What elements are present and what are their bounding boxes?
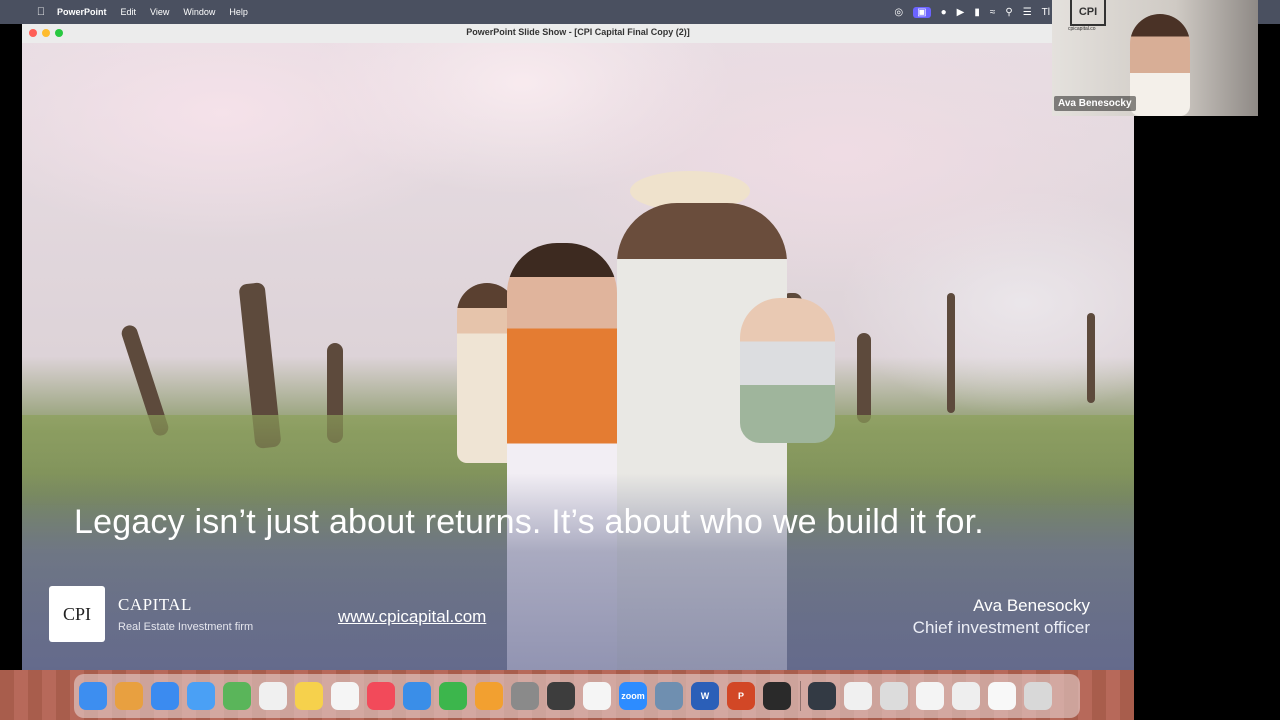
menu-window[interactable]: Window bbox=[183, 7, 215, 17]
recent-window-2-icon[interactable] bbox=[844, 682, 872, 710]
battery-icon[interactable]: ▮ bbox=[974, 7, 980, 18]
wall-site: cpicapital.co bbox=[1068, 26, 1096, 32]
presenter-title: Chief investment officer bbox=[912, 618, 1090, 637]
reminders-icon[interactable] bbox=[259, 682, 287, 710]
slide-quote: Legacy isn’t just about returns. It’s ab… bbox=[74, 503, 984, 541]
presenter-name: Ava Benesocky bbox=[973, 596, 1090, 615]
website-link[interactable]: www.cpicapital.com bbox=[338, 607, 486, 627]
wall-logo: CPI bbox=[1070, 0, 1106, 26]
participant-video[interactable]: CPI cpicapital.co Ava Benesocky bbox=[1052, 0, 1258, 116]
group-icon[interactable]: ● bbox=[941, 7, 947, 18]
launchpad-icon[interactable] bbox=[115, 682, 143, 710]
clock[interactable]: Tl bbox=[1042, 7, 1050, 18]
search-icon[interactable]: ⚲ bbox=[1005, 7, 1012, 18]
baby-figure-right bbox=[740, 298, 835, 443]
recent-window-1-icon[interactable] bbox=[808, 682, 836, 710]
asana-icon[interactable] bbox=[583, 682, 611, 710]
recent-window-4-icon[interactable] bbox=[916, 682, 944, 710]
slide[interactable]: Legacy isn’t just about returns. It’s ab… bbox=[22, 43, 1134, 670]
keynote-icon[interactable] bbox=[403, 682, 431, 710]
cpi-logo: CPI bbox=[49, 586, 105, 642]
play-icon[interactable]: ▶ bbox=[957, 7, 965, 18]
dock: zoom W P bbox=[74, 674, 1080, 718]
recent-window-3-icon[interactable] bbox=[880, 682, 908, 710]
notes-icon[interactable] bbox=[295, 682, 323, 710]
system-settings-icon[interactable] bbox=[511, 682, 539, 710]
news-icon[interactable] bbox=[367, 682, 395, 710]
preview-icon[interactable] bbox=[655, 682, 683, 710]
participant-name: Ava Benesocky bbox=[1054, 96, 1136, 111]
menu-app-name[interactable]: PowerPoint bbox=[57, 7, 107, 17]
mail-icon[interactable] bbox=[187, 682, 215, 710]
freeform-icon[interactable] bbox=[331, 682, 359, 710]
firm-tagline: Real Estate Investment firm bbox=[118, 621, 254, 633]
maps-icon[interactable] bbox=[223, 682, 251, 710]
dock-separator bbox=[800, 681, 801, 711]
tree-trunk bbox=[1087, 313, 1095, 403]
menu-edit[interactable]: Edit bbox=[121, 7, 137, 17]
participant-figure bbox=[1130, 14, 1190, 116]
control-center-icon[interactable]: ☰ bbox=[1023, 7, 1032, 18]
apple-icon[interactable]:  bbox=[34, 6, 48, 18]
finder-icon[interactable] bbox=[79, 682, 107, 710]
title-bar: PowerPoint Slide Show - [CPI Capital Fin… bbox=[22, 24, 1134, 44]
status-icon[interactable]: ◎ bbox=[894, 7, 903, 18]
window-title: PowerPoint Slide Show - [CPI Capital Fin… bbox=[466, 27, 690, 37]
tree-trunk bbox=[947, 293, 955, 413]
word-icon[interactable]: W bbox=[691, 682, 719, 710]
iphone-mirroring-icon[interactable] bbox=[547, 682, 575, 710]
recent-window-6-icon[interactable] bbox=[988, 682, 1016, 710]
trash-icon[interactable] bbox=[1024, 682, 1052, 710]
obs-icon[interactable] bbox=[763, 682, 791, 710]
menu-view[interactable]: View bbox=[150, 7, 169, 17]
screen-share-icon[interactable]: ▣ bbox=[913, 6, 931, 18]
tree-trunk bbox=[857, 333, 871, 423]
menu-help[interactable]: Help bbox=[229, 7, 248, 17]
slideshow-window: PowerPoint Slide Show - [CPI Capital Fin… bbox=[22, 24, 1134, 670]
zoom-icon[interactable]: zoom bbox=[619, 682, 647, 710]
numbers-icon[interactable] bbox=[439, 682, 467, 710]
capital-label: CAPITAL bbox=[118, 595, 192, 614]
powerpoint-icon[interactable]: P bbox=[727, 682, 755, 710]
wifi-icon[interactable]: ≈ bbox=[990, 7, 996, 18]
pages-icon[interactable] bbox=[475, 682, 503, 710]
safari-icon[interactable] bbox=[151, 682, 179, 710]
recent-window-5-icon[interactable] bbox=[952, 682, 980, 710]
